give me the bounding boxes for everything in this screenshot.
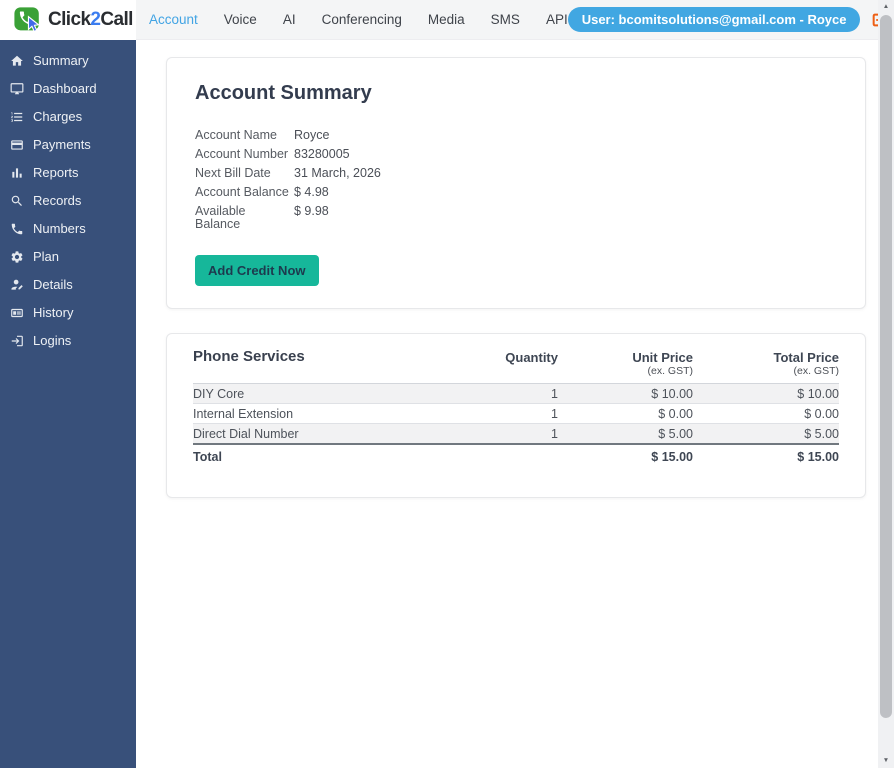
sidebar-item-dashboard[interactable]: Dashboard bbox=[0, 75, 136, 103]
user-edit-icon bbox=[10, 278, 24, 292]
column-unit-price: Unit Price bbox=[558, 350, 693, 365]
click2call-logo-icon bbox=[13, 5, 43, 35]
sidebar-item-payments[interactable]: Payments bbox=[0, 131, 136, 159]
field-value: $ 4.98 bbox=[294, 186, 329, 199]
app-logo-text: Click2Call bbox=[48, 9, 133, 31]
gear-icon bbox=[10, 250, 24, 264]
numbered-list-icon bbox=[10, 110, 24, 124]
column-quantity: Quantity bbox=[438, 350, 558, 365]
nav-item-voice[interactable]: Voice bbox=[224, 12, 257, 27]
sidebar-item-summary[interactable]: Summary bbox=[0, 47, 136, 75]
account-name-row: Account Name Royce bbox=[195, 129, 837, 142]
field-label: Next Bill Date bbox=[195, 167, 294, 180]
primary-nav: Account Voice AI Conferencing Media SMS … bbox=[149, 12, 568, 27]
field-label: Account Balance bbox=[195, 186, 294, 199]
table-row: DIY Core 1 $ 10.00 $ 10.00 bbox=[193, 384, 839, 404]
main-content: Account Summary Account Name Royce Accou… bbox=[136, 40, 894, 768]
service-total-price: $ 10.00 bbox=[693, 384, 839, 404]
gst-note: (ex. GST) bbox=[558, 365, 693, 378]
next-bill-date-row: Next Bill Date 31 March, 2026 bbox=[195, 167, 837, 180]
bar-chart-icon bbox=[10, 166, 24, 180]
service-name: Internal Extension bbox=[193, 404, 438, 424]
sidebar-item-plan[interactable]: Plan bbox=[0, 243, 136, 271]
scroll-down-arrow[interactable]: ▼ bbox=[878, 754, 894, 768]
phone-services-card: Phone Services Quantity Unit Price(ex. G… bbox=[166, 333, 866, 498]
available-balance-row: Available Balance $ 9.98 bbox=[195, 205, 837, 231]
top-header: Click2Call Account Voice AI Conferencing… bbox=[0, 0, 894, 40]
search-icon bbox=[10, 194, 24, 208]
sidebar-item-history[interactable]: History bbox=[0, 299, 136, 327]
field-value: 31 March, 2026 bbox=[294, 167, 381, 180]
account-balance-row: Account Balance $ 4.98 bbox=[195, 186, 837, 199]
monitor-icon bbox=[10, 82, 24, 96]
service-unit-price: $ 0.00 bbox=[558, 404, 693, 424]
sidebar-item-records[interactable]: Records bbox=[0, 187, 136, 215]
nav-item-account[interactable]: Account bbox=[149, 12, 198, 27]
field-label: Account Number bbox=[195, 148, 294, 161]
sidebar-item-numbers[interactable]: Numbers bbox=[0, 215, 136, 243]
service-quantity: 1 bbox=[438, 424, 558, 445]
nav-item-ai[interactable]: AI bbox=[283, 12, 296, 27]
service-total-price: $ 0.00 bbox=[693, 404, 839, 424]
sidebar-item-reports[interactable]: Reports bbox=[0, 159, 136, 187]
header-right: User: bcomitsolutions@gmail.com - Royce bbox=[568, 7, 894, 32]
nav-item-media[interactable]: Media bbox=[428, 12, 465, 27]
home-icon bbox=[10, 54, 24, 68]
nav-item-sms[interactable]: SMS bbox=[491, 12, 520, 27]
vertical-scrollbar[interactable]: ▲ ▼ bbox=[878, 0, 894, 768]
field-value: 83280005 bbox=[294, 148, 350, 161]
account-summary-title: Account Summary bbox=[195, 82, 837, 105]
field-value: $ 9.98 bbox=[294, 205, 329, 231]
scrollbar-thumb[interactable] bbox=[880, 15, 892, 718]
id-card-icon bbox=[10, 306, 24, 320]
sidebar-item-logins[interactable]: Logins bbox=[0, 327, 136, 355]
account-summary-card: Account Summary Account Name Royce Accou… bbox=[166, 57, 866, 309]
column-total-price: Total Price bbox=[693, 350, 839, 365]
service-name: DIY Core bbox=[193, 384, 438, 404]
add-credit-button[interactable]: Add Credit Now bbox=[195, 255, 319, 286]
nav-item-conferencing[interactable]: Conferencing bbox=[322, 12, 402, 27]
gst-note: (ex. GST) bbox=[693, 365, 839, 378]
account-number-row: Account Number 83280005 bbox=[195, 148, 837, 161]
table-total-row: Total $ 15.00 $ 15.00 bbox=[193, 444, 839, 467]
sidebar: Summary Dashboard Charges Payments Repor… bbox=[0, 40, 136, 768]
table-row: Internal Extension 1 $ 0.00 $ 0.00 bbox=[193, 404, 839, 424]
scroll-up-arrow[interactable]: ▲ bbox=[878, 0, 894, 14]
service-quantity: 1 bbox=[438, 384, 558, 404]
total-total-price: $ 15.00 bbox=[693, 444, 839, 467]
service-quantity: 1 bbox=[438, 404, 558, 424]
sidebar-item-details[interactable]: Details bbox=[0, 271, 136, 299]
table-header-row: Phone Services Quantity Unit Price(ex. G… bbox=[193, 348, 839, 384]
nav-item-api[interactable]: API bbox=[546, 12, 568, 27]
service-unit-price: $ 5.00 bbox=[558, 424, 693, 445]
service-total-price: $ 5.00 bbox=[693, 424, 839, 445]
field-label: Account Name bbox=[195, 129, 294, 142]
field-value: Royce bbox=[294, 129, 329, 142]
user-pill[interactable]: User: bcomitsolutions@gmail.com - Royce bbox=[568, 7, 861, 32]
login-icon bbox=[10, 334, 24, 348]
phone-services-title: Phone Services bbox=[193, 348, 438, 365]
table-row: Direct Dial Number 1 $ 5.00 $ 5.00 bbox=[193, 424, 839, 445]
phone-icon bbox=[10, 222, 24, 236]
total-unit-price: $ 15.00 bbox=[558, 444, 693, 467]
phone-services-table: Phone Services Quantity Unit Price(ex. G… bbox=[193, 348, 839, 467]
field-label: Available Balance bbox=[195, 205, 294, 231]
sidebar-item-charges[interactable]: Charges bbox=[0, 103, 136, 131]
service-unit-price: $ 10.00 bbox=[558, 384, 693, 404]
app-logo[interactable]: Click2Call bbox=[0, 0, 136, 40]
credit-card-icon bbox=[10, 138, 24, 152]
service-name: Direct Dial Number bbox=[193, 424, 438, 445]
total-label: Total bbox=[193, 444, 438, 467]
